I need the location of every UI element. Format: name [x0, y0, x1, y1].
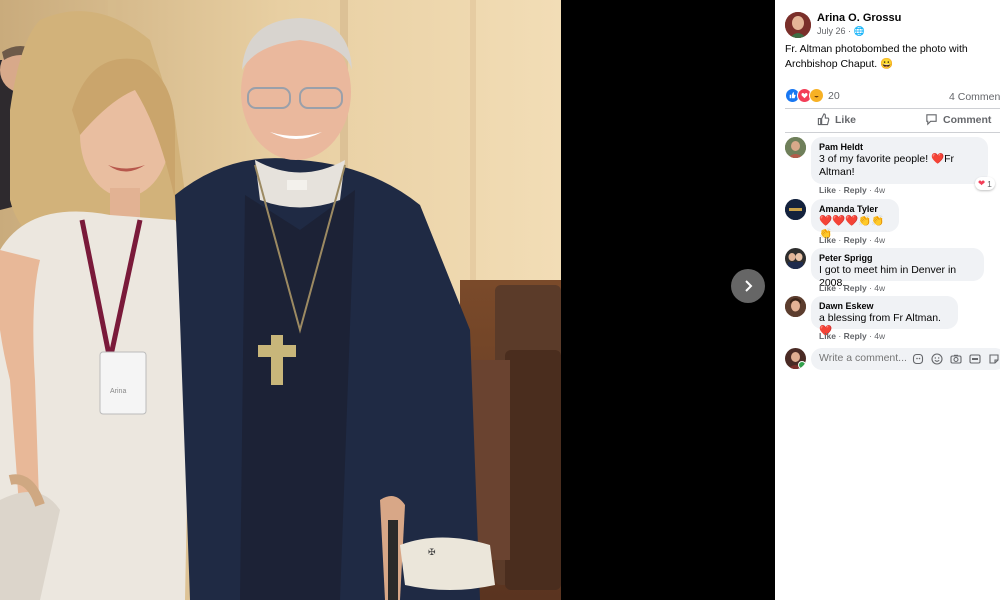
comment-actions: Like · Reply · 4w: [819, 331, 886, 341]
comment-input[interactable]: [819, 352, 909, 364]
divider: [785, 132, 1000, 133]
comment-button[interactable]: Comment: [925, 113, 991, 126]
comment-like-link[interactable]: Like: [819, 235, 836, 245]
sticker-icon[interactable]: [987, 352, 1000, 365]
comment-reply-link[interactable]: Reply: [844, 331, 867, 341]
gif-icon[interactable]: [968, 352, 981, 365]
commenter-avatar[interactable]: [785, 248, 806, 269]
comment-text: 3 of my favorite people! ❤️Fr Altman!: [819, 153, 955, 178]
love-reaction-icon: ❤: [978, 178, 986, 188]
comment-like-link[interactable]: Like: [819, 331, 836, 341]
comment-bubble: Pam Heldt 3 of my favorite people! ❤️Fr …: [811, 137, 988, 184]
avatar-sticker-icon[interactable]: [911, 352, 924, 365]
next-photo-button[interactable]: [731, 269, 765, 303]
comment-reply-link[interactable]: Reply: [844, 283, 867, 293]
haha-reaction-icon: [809, 88, 824, 103]
chevron-right-icon: [745, 280, 753, 292]
comment-actions: Like · Reply · 4w: [819, 185, 886, 195]
like-icon: [817, 113, 830, 126]
online-status-dot: [798, 361, 806, 369]
reaction-count[interactable]: 20: [828, 90, 840, 102]
comment-like-link[interactable]: Like: [819, 185, 836, 195]
comment-reaction-badge[interactable]: ❤ 1: [975, 177, 995, 190]
commenter-avatar[interactable]: [785, 137, 806, 158]
comment-count[interactable]: 4 Comments: [949, 91, 1000, 103]
comment-age[interactable]: 4w: [874, 283, 885, 293]
comment-composer[interactable]: [811, 348, 1000, 370]
comment-button-label: Comment: [943, 113, 992, 126]
post-photo[interactable]: Arina ✠: [0, 0, 561, 600]
comment-icon: [926, 114, 937, 126]
composer-icons: [911, 352, 1000, 365]
comment-bubble: Amanda Tyler ❤️❤️❤️👏👏👏: [811, 199, 899, 240]
commenter-name[interactable]: Amanda Tyler: [819, 204, 891, 214]
comment-age[interactable]: 4w: [874, 185, 885, 195]
camera-icon[interactable]: [949, 352, 962, 365]
divider: [785, 108, 1000, 109]
composer-avatar[interactable]: [785, 348, 806, 369]
author-name[interactable]: Arina O. Grossu: [817, 12, 901, 24]
comment-bubble: Peter Sprigg I got to meet him in Denver…: [811, 248, 984, 289]
comment-like-link[interactable]: Like: [819, 283, 836, 293]
comment-reply-link[interactable]: Reply: [844, 185, 867, 195]
post-caption: Fr. Altman photobombed the photo with Ar…: [785, 43, 968, 70]
comment-reaction-count: 1: [987, 178, 992, 189]
globe-icon: 🌐: [853, 26, 865, 36]
commenter-name[interactable]: Peter Sprigg: [819, 253, 976, 263]
comment-bubble: Dawn Eskew a blessing from Fr Altman. ❤️: [811, 296, 958, 337]
photo-viewer: Arina ✠: [0, 0, 775, 600]
svg-text:✠: ✠: [428, 547, 436, 557]
commenter-avatar[interactable]: [785, 199, 806, 220]
author-avatar[interactable]: [785, 12, 811, 38]
comment-reply-link[interactable]: Reply: [844, 235, 867, 245]
like-button-label: Like: [835, 113, 857, 126]
post-sidebar: Arina O. Grossu July 26 · 🌐 Fr. Altman p…: [775, 0, 1000, 600]
commenter-name[interactable]: Pam Heldt: [819, 142, 980, 152]
comment-age[interactable]: 4w: [874, 331, 885, 341]
comment-actions: Like · Reply · 4w: [819, 283, 886, 293]
badge-text: Arina: [110, 388, 126, 395]
comment-actions: Like · Reply · 4w: [819, 235, 886, 245]
reaction-icons[interactable]: [785, 88, 824, 103]
commenter-avatar[interactable]: [785, 296, 806, 317]
commenter-name[interactable]: Dawn Eskew: [819, 301, 950, 311]
emoji-icon[interactable]: [930, 352, 943, 365]
comment-age[interactable]: 4w: [874, 235, 885, 245]
like-button[interactable]: Like: [817, 113, 856, 126]
post-date-text[interactable]: July 26: [817, 26, 846, 36]
post-date[interactable]: July 26 · 🌐: [817, 26, 865, 37]
